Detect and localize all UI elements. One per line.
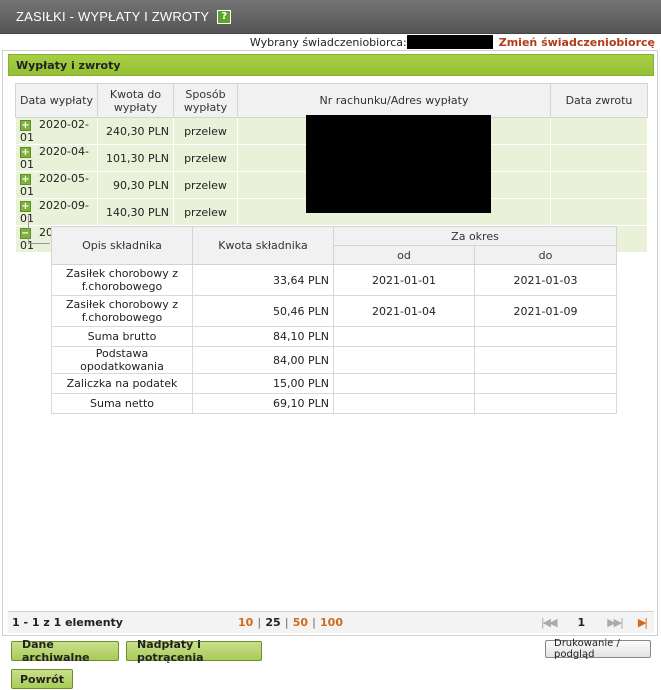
period-to	[474, 346, 617, 374]
col-header-account[interactable]: Nr rachunku/Adres wypłaty	[237, 83, 551, 118]
item-count: 1 - 1 z 1 elementy	[12, 616, 123, 629]
payment-amount: 90,30 PLN	[97, 171, 174, 199]
expand-icon[interactable]: +	[20, 119, 31, 131]
section-title: Wypłaty i zwroty	[8, 54, 654, 76]
period-from	[333, 346, 475, 374]
detail-row: Zasiłek chorobowy z f.chorobowego 50,46 P…	[51, 295, 617, 327]
period-to	[474, 373, 617, 394]
pager: |◀◀ 1 ▶▶| ▶|	[533, 616, 654, 629]
component-amount: 15,00 PLN	[192, 373, 334, 394]
payment-method: przelew	[173, 198, 238, 226]
page-size-selector: 10 | 25 | 50 | 100	[238, 616, 343, 629]
payment-amount: 140,30 PLN	[97, 198, 174, 226]
payment-return-date	[550, 171, 648, 199]
page-size-separator: |	[284, 616, 289, 629]
col-header-from: od	[333, 245, 475, 265]
payment-date-cell: +2020-05-01	[15, 171, 98, 199]
detail-row: Podstawa opodatkowania 84,00 PLN	[51, 346, 617, 374]
period-to	[474, 393, 617, 414]
page-size-option[interactable]: 25	[265, 616, 280, 629]
period-to: 2021-01-03	[474, 264, 617, 296]
payment-amount: 240,30 PLN	[97, 117, 174, 145]
payment-date-cell: +2020-02-01	[15, 117, 98, 145]
col-header-return-date[interactable]: Data zwrotu	[550, 83, 648, 118]
period-from	[333, 393, 475, 414]
component-amount: 84,00 PLN	[192, 346, 334, 374]
detail-row: Suma brutto 84,10 PLN	[51, 326, 617, 347]
period-from	[333, 326, 475, 347]
col-header-component-amount: Kwota składnika	[192, 226, 334, 265]
print-preview-button[interactable]: Drukowanie / podgląd	[545, 638, 651, 660]
payment-amount: 101,30 PLN	[97, 144, 174, 172]
pagination-bar: 1 - 1 z 1 elementy 10 | 25 | 50 | 100 |◀◀ 1 ▶▶…	[8, 611, 654, 633]
component-desc: Zasiłek chorobowy z f.chorobowego	[51, 295, 193, 327]
archive-data-button[interactable]: Dane archiwalne	[11, 638, 119, 664]
col-header-method[interactable]: Sposób wypłaty	[173, 83, 238, 118]
beneficiary-bar: Wybrany świadczeniobiorca: Zmień świadcz…	[250, 34, 655, 50]
payment-return-date	[550, 144, 648, 172]
expand-icon[interactable]: +	[20, 173, 31, 185]
component-desc: Suma brutto	[51, 326, 193, 347]
collapse-icon[interactable]: −	[20, 227, 31, 239]
page-size-separator: |	[257, 616, 262, 629]
last-page-icon[interactable]: ▶|	[638, 616, 648, 629]
beneficiary-label: Wybrany świadczeniobiorca:	[249, 35, 407, 49]
payment-date-cell: +2020-04-01	[15, 144, 98, 172]
period-to	[474, 326, 617, 347]
page-size-option[interactable]: 10	[238, 616, 253, 629]
page-size-option[interactable]: 100	[320, 616, 343, 629]
col-header-desc: Opis składnika	[51, 226, 193, 265]
next-page-icon[interactable]: ▶▶|	[607, 616, 624, 629]
overpayments-button[interactable]: Nadpłaty i potrącenia	[126, 638, 262, 664]
first-page-icon[interactable]: |◀◀	[541, 616, 558, 629]
detail-row: Suma netto 69,10 PLN	[51, 393, 617, 414]
detail-row: Zasiłek chorobowy z f.chorobowego 33,64 P…	[51, 264, 617, 296]
col-header-period: Za okres	[333, 226, 617, 246]
payment-method: przelew	[173, 144, 238, 172]
redacted-name	[406, 35, 493, 49]
help-icon[interactable]: ?	[217, 9, 232, 24]
col-header-date[interactable]: Data wypłaty	[15, 83, 98, 118]
redacted-account	[306, 115, 491, 213]
col-header-amount[interactable]: Kwota do wypłaty	[97, 83, 174, 118]
tree-connector	[28, 216, 29, 244]
details-table: Opis składnika Kwota składnika Za okres …	[51, 226, 617, 414]
component-amount: 33,64 PLN	[192, 264, 334, 296]
page-header: ZASIŁKI - WYPŁATY I ZWROTY ?	[0, 0, 661, 34]
component-amount: 84,10 PLN	[192, 326, 334, 347]
component-amount: 50,46 PLN	[192, 295, 334, 327]
change-beneficiary-link[interactable]: Zmień świadczeniobiorcę	[499, 36, 655, 49]
page-size-option[interactable]: 50	[293, 616, 308, 629]
expand-icon[interactable]: +	[20, 200, 31, 212]
payment-return-date	[550, 117, 648, 145]
tree-connector	[28, 243, 50, 244]
component-desc: Zaliczka na podatek	[51, 373, 193, 394]
period-from	[333, 373, 475, 394]
period-from: 2021-01-01	[333, 264, 475, 296]
payments-header-row: Data wypłaty Kwota do wypłaty Sposób wyp…	[15, 83, 648, 118]
back-button[interactable]: Powrót	[11, 669, 73, 689]
detail-row: Zaliczka na podatek 15,00 PLN	[51, 373, 617, 394]
payment-method: przelew	[173, 117, 238, 145]
page-size-separator: |	[312, 616, 317, 629]
component-amount: 69,10 PLN	[192, 393, 334, 414]
col-header-to: do	[474, 245, 617, 265]
payment-method: przelew	[173, 171, 238, 199]
current-page[interactable]: 1	[578, 616, 586, 629]
period-from: 2021-01-04	[333, 295, 475, 327]
page-title: ZASIŁKI - WYPŁATY I ZWROTY	[16, 9, 210, 24]
component-desc: Podstawa opodatkowania	[51, 346, 193, 374]
payments-panel: Wypłaty i zwroty Data wypłaty Kwota do w…	[2, 50, 658, 636]
expand-icon[interactable]: +	[20, 146, 31, 158]
period-to: 2021-01-09	[474, 295, 617, 327]
component-desc: Suma netto	[51, 393, 193, 414]
component-desc: Zasiłek chorobowy z f.chorobowego	[51, 264, 193, 296]
payment-return-date	[550, 198, 648, 226]
